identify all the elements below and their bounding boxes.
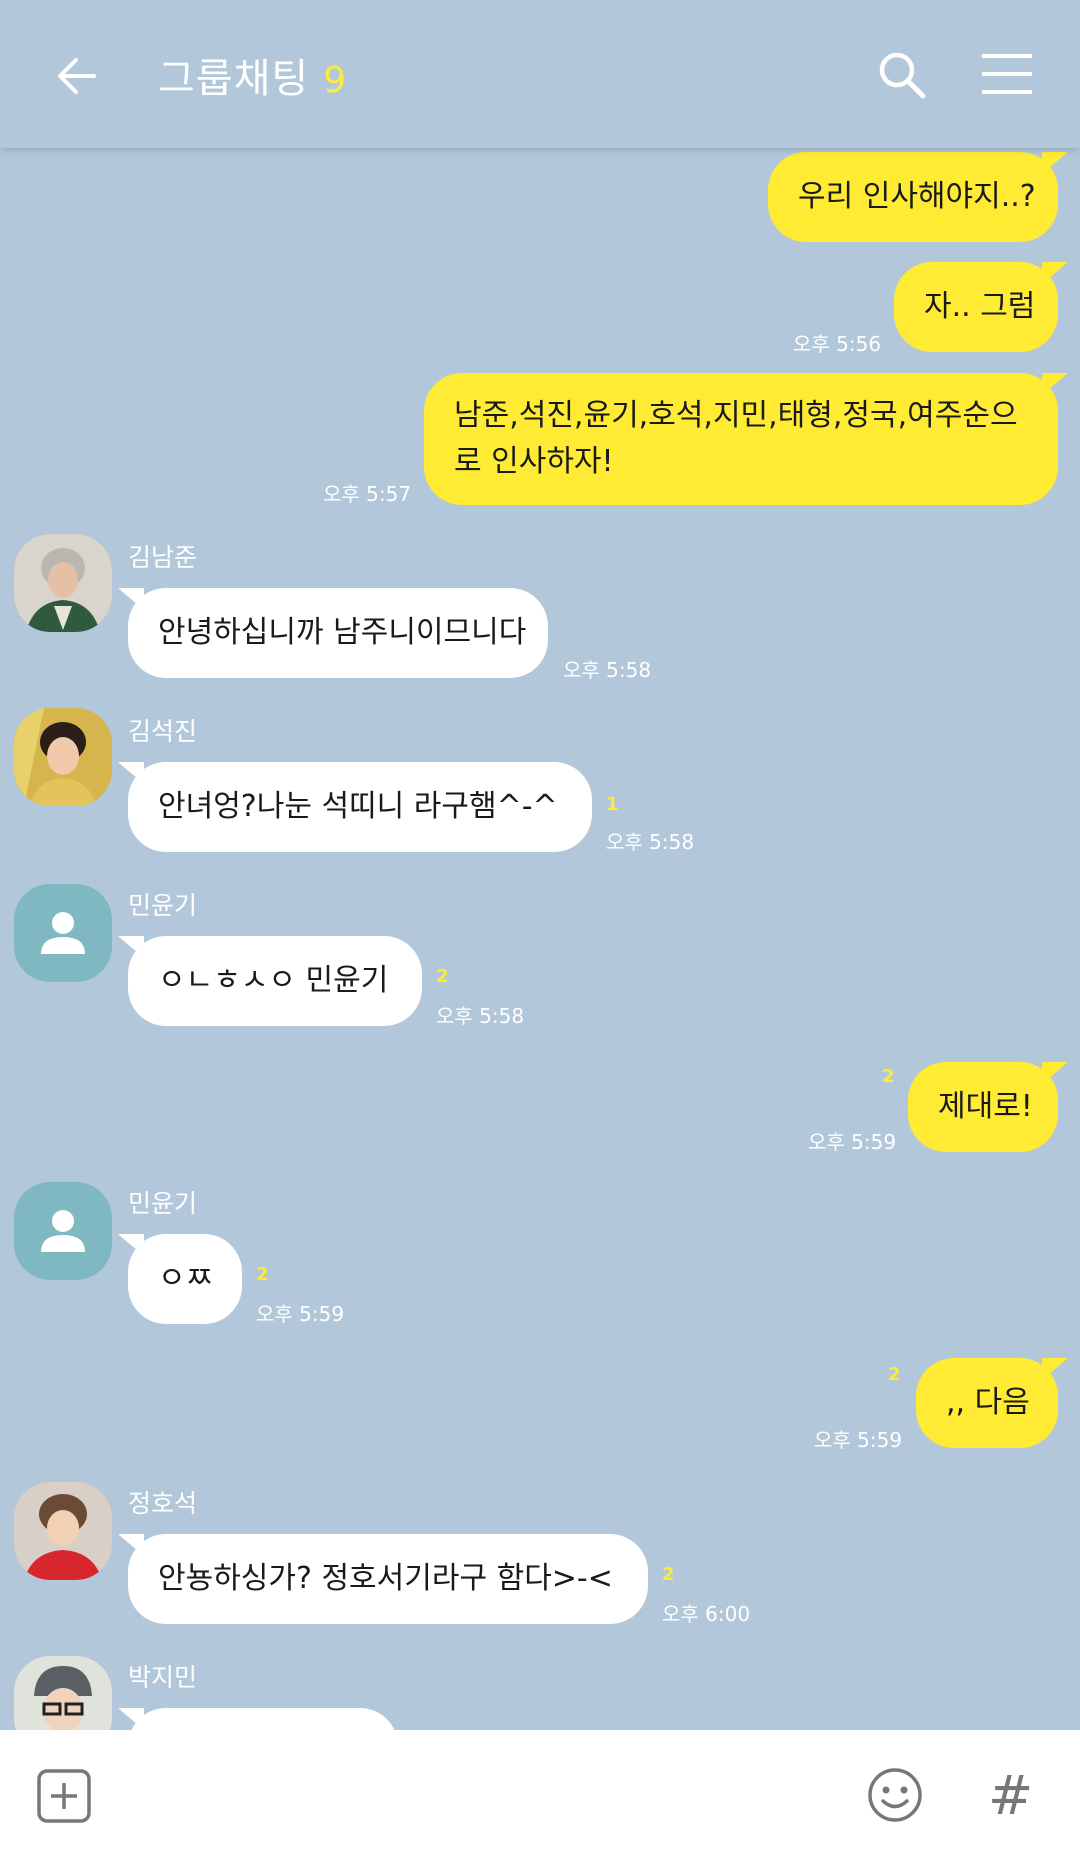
message-text: ㅇㅉ	[158, 1261, 214, 1296]
avatar[interactable]	[14, 1182, 112, 1280]
member-count: 9	[323, 60, 348, 101]
avatar[interactable]	[14, 1656, 112, 1730]
sender-name: 정호석	[128, 1489, 198, 1518]
message-time: 오후 5:59	[256, 1302, 345, 1326]
message-text: 우리 인사해야지..?	[798, 179, 1036, 214]
other-message-bubble[interactable]: 안녀엉?나눈 석띠니 라구햄^-^	[118, 762, 592, 852]
message-text: ㅇㄴㅎㅅㅇ 민윤기	[158, 963, 389, 998]
smile-icon[interactable]	[866, 1766, 924, 1824]
message-text: 안뇽하싱가? 정호서기라구 함다>-<	[158, 1561, 613, 1596]
message-time: 오후 5:58	[606, 830, 695, 854]
message-text: 자.. 그럼	[924, 289, 1036, 324]
message-text: 안녀엉?나눈 석띠니 라구햄^-^	[158, 789, 558, 824]
profile-photo-icon	[14, 534, 112, 632]
sender-name: 민윤기	[128, 891, 198, 920]
my-message-bubble[interactable]: 자.. 그럼	[894, 262, 1068, 352]
sender-name: 민윤기	[128, 1189, 198, 1218]
default-profile-icon	[41, 912, 85, 954]
chat-title-text: 그룹채팅	[158, 56, 310, 102]
message-text: 제대로!	[938, 1089, 1033, 1124]
message-text: 안녕하십니까 남주니이므니다	[158, 615, 527, 650]
avatar[interactable]	[14, 884, 112, 982]
message-time: 오후 5:59	[814, 1428, 903, 1452]
message-time: 오후 5:56	[793, 332, 882, 356]
unread-count: 2	[882, 1066, 895, 1087]
message-time: 오후 5:58	[436, 1004, 525, 1028]
search-icon[interactable]	[875, 48, 931, 104]
profile-photo-icon	[14, 1656, 112, 1730]
unread-count: 2	[436, 966, 449, 987]
message-text: ,, 다음	[946, 1385, 1030, 1420]
my-message-bubble[interactable]: 남준,석진,윤기,호석,지민,태형,정국,여주순으로 인사하자!	[424, 373, 1068, 505]
arrow-left-icon[interactable]	[50, 48, 106, 104]
chat-title: 그룹채팅 9	[158, 46, 347, 104]
other-message-bubble[interactable]: ㅇㅉ	[118, 1234, 242, 1324]
default-profile-icon	[41, 1210, 85, 1252]
message-time: 오후 5:58	[563, 658, 652, 682]
message-time: 오후 5:59	[808, 1130, 897, 1154]
input-bar: #	[0, 1730, 1080, 1857]
unread-count: 2	[888, 1364, 901, 1385]
sender-name: 김남준	[128, 543, 198, 572]
avatar[interactable]	[14, 1482, 112, 1580]
avatar[interactable]	[14, 708, 112, 806]
chat-header: 그룹채팅 9	[0, 0, 1080, 148]
menu-icon[interactable]	[982, 52, 1032, 96]
my-message-bubble[interactable]: 우리 인사해야지..?	[768, 152, 1068, 242]
message-time: 오후 5:57	[323, 482, 412, 506]
other-message-bubble[interactable]: 안녕하십니까 남주니이므니다	[118, 588, 548, 678]
unread-count: 2	[662, 1564, 675, 1585]
message-list[interactable]: 우리 인사해야지..? 오후 5:56 자.. 그럼 오후 5:57 남준,석진…	[0, 148, 1080, 1730]
sender-name: 박지민	[128, 1663, 198, 1692]
sender-name: 김석진	[128, 717, 198, 746]
other-message-bubble[interactable]: 안뇽하싱가? 정호서기라구 함다>-<	[118, 1534, 648, 1624]
avatar[interactable]	[14, 534, 112, 632]
message-time: 오후 6:00	[662, 1602, 751, 1626]
my-message-bubble[interactable]: ,, 다음	[916, 1358, 1068, 1448]
plus-square-icon[interactable]	[36, 1768, 92, 1824]
other-message-bubble[interactable]: ㅇㄴㅎㅅㅇ 민윤기	[118, 936, 422, 1026]
other-message-bubble[interactable]	[118, 1708, 398, 1730]
hashtag-button[interactable]: #	[988, 1764, 1033, 1827]
my-message-bubble[interactable]: 제대로!	[908, 1062, 1068, 1152]
unread-count: 1	[606, 794, 619, 815]
profile-photo-icon	[14, 708, 112, 806]
message-text: 남준,석진,윤기,호석,지민,태형,정국,여주순으로 인사하자!	[454, 398, 1018, 479]
unread-count: 2	[256, 1264, 269, 1285]
profile-photo-icon	[14, 1482, 112, 1580]
